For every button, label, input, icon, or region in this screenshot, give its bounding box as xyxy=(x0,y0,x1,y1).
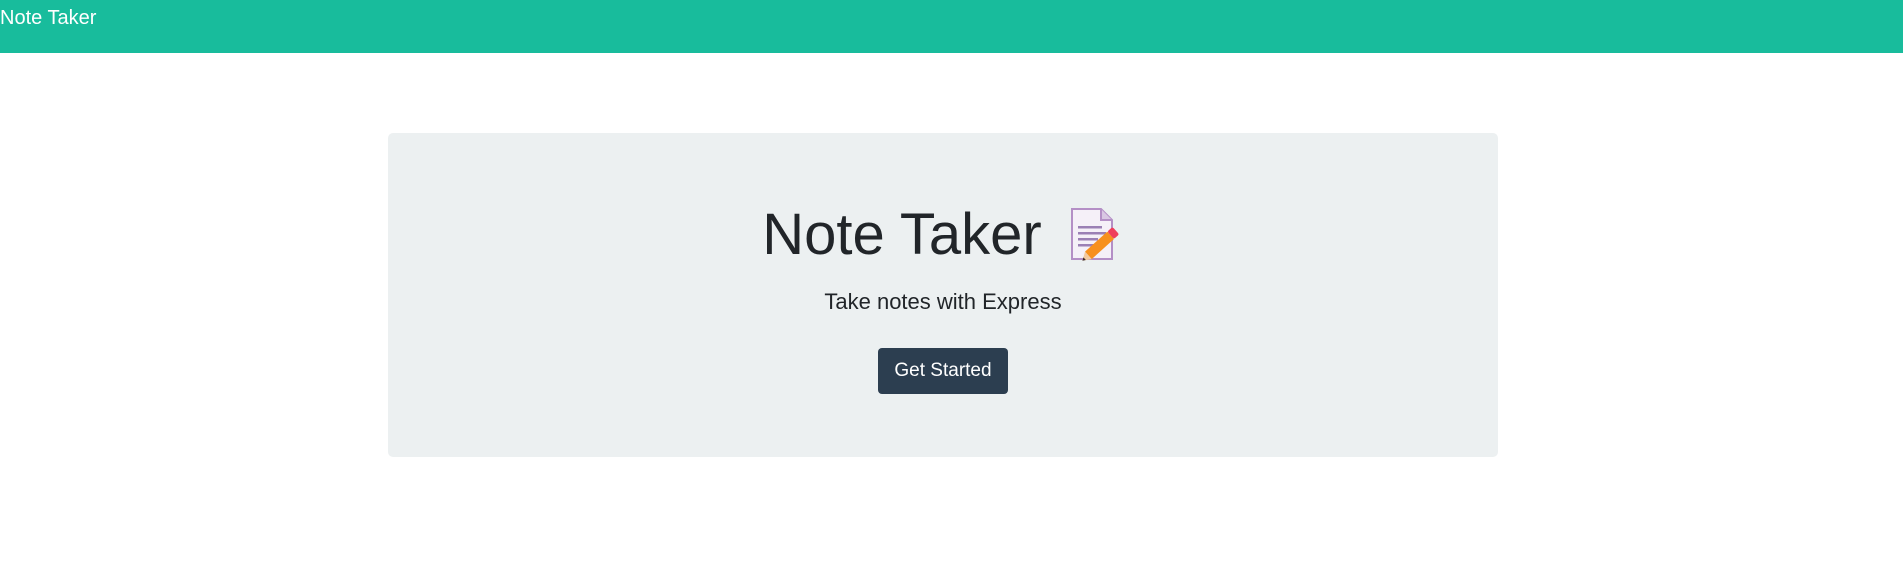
memo-pencil-icon xyxy=(1068,206,1124,264)
navbar-brand-link[interactable]: Note Taker xyxy=(0,6,96,30)
hero-title-row: Note Taker xyxy=(388,200,1498,270)
hero-subtitle: Take notes with Express xyxy=(824,289,1062,314)
page-title: Note Taker xyxy=(762,202,1042,267)
get-started-button[interactable]: Get Started xyxy=(878,348,1008,394)
top-navbar: Note Taker xyxy=(0,0,1903,53)
hero-panel: Note Taker Take notes with Express Get S… xyxy=(388,133,1498,457)
